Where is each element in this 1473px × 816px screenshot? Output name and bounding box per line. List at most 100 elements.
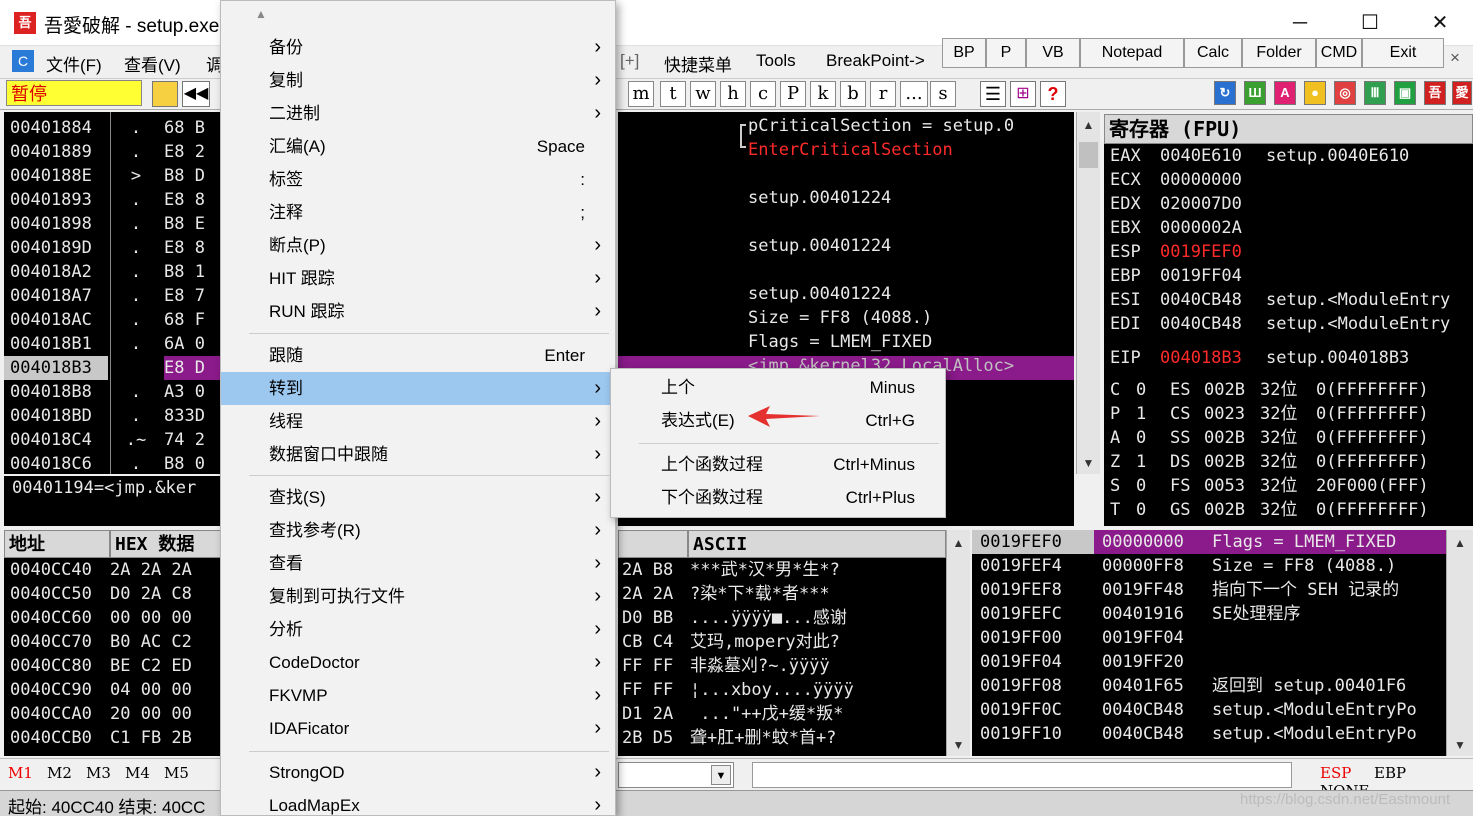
stack-row[interactable]: 0019FF10 0040CB48 setup.<ModuleEntryPo xyxy=(972,722,1446,746)
register-row[interactable]: EAX 0040E610 setup.0040E610 xyxy=(1110,144,1467,168)
context-menu-item[interactable]: 查看 › xyxy=(221,547,615,580)
letter-button-8[interactable]: r xyxy=(870,81,896,107)
flag-row[interactable]: Z 1 DS 002B 32位 0(FFFFFFFF) xyxy=(1110,450,1467,474)
disasm-row[interactable]: 004018AC. 68 F xyxy=(4,308,230,332)
register-row[interactable]: EBP 0019FF04 xyxy=(1110,264,1467,288)
mem-tab[interactable]: M4 xyxy=(125,764,164,782)
disasm-scrollbar[interactable]: ▲ ▼ xyxy=(1076,112,1100,474)
flag-row[interactable]: P 1 CS 0023 32位 0(FFFFFFFF) xyxy=(1110,402,1467,426)
context-menu-item[interactable]: 二进制 › xyxy=(221,97,615,130)
flag-row[interactable]: T 0 GS 002B 32位 0(FFFFFFFF) xyxy=(1110,498,1467,522)
mem-tab[interactable]: M5 xyxy=(164,764,203,782)
disasm-row[interactable]: 0040189D. E8 8 xyxy=(4,236,230,260)
letter-button-9[interactable]: ... xyxy=(900,81,928,107)
mem-tab[interactable]: M3 xyxy=(86,764,125,782)
command-dropdown[interactable]: ▼ xyxy=(618,762,734,788)
dump-header-address[interactable]: 地址 xyxy=(4,530,110,558)
register-value[interactable]: 0040CB48 xyxy=(1160,288,1266,312)
context-menu-item[interactable]: 查找参考(R) › xyxy=(221,514,615,547)
letter-button-5[interactable]: P xyxy=(780,81,806,107)
dump-row[interactable]: 0040CC70 B0 AC C2 xyxy=(4,630,230,654)
stack-row[interactable]: 0019FEF8 0019FF48 指向下一个 SEH 记录的 xyxy=(972,578,1446,602)
register-row[interactable]: EBX 0000002A xyxy=(1110,216,1467,240)
letter-button-0[interactable]: m xyxy=(628,81,654,107)
disasm-row[interactable]: 004018C6. B8 0 xyxy=(4,452,230,476)
olly-icon[interactable]: C xyxy=(12,50,34,72)
context-menu-item[interactable]: 备份 › xyxy=(221,31,615,64)
register-value[interactable]: 00000000 xyxy=(1160,168,1266,192)
flag-row[interactable]: A 0 SS 002B 32位 0(FFFFFFFF) xyxy=(1110,426,1467,450)
cmd-button[interactable]: CMD xyxy=(1316,38,1362,68)
refresh-icon[interactable]: ↻ xyxy=(1214,81,1236,105)
dump-row-cont[interactable]: 2A 2A ?染*下*载*者*** xyxy=(618,582,946,606)
letter-button-10[interactable]: s xyxy=(930,81,956,107)
disasm-row[interactable]: 004018C4 .~ 74 2 xyxy=(4,428,230,452)
flag-row[interactable]: S 0 FS 0053 32位 20F000(FFF) xyxy=(1110,474,1467,498)
letter-button-4[interactable]: c xyxy=(750,81,776,107)
register-value[interactable]: 0040CB48 xyxy=(1160,312,1266,336)
disasm-row[interactable]: 004018B8. A3 0 xyxy=(4,380,230,404)
help-icon[interactable]: ? xyxy=(1040,81,1066,107)
register-value[interactable]: 020007D0 xyxy=(1160,192,1266,216)
bars-icon[interactable]: Ⅲ xyxy=(1364,81,1386,105)
dump-row[interactable]: 0040CCA0 20 00 00 xyxy=(4,702,230,726)
submenu-item[interactable]: 下个函数过程 Ctrl+Plus xyxy=(611,481,945,514)
target-icon[interactable]: ◎ xyxy=(1334,81,1356,105)
mem-tab[interactable]: M2 xyxy=(47,764,86,782)
disasm-row[interactable]: 0040188E > B8 D xyxy=(4,164,230,188)
disasm-row[interactable]: 004018B1. 6A 0 xyxy=(4,332,230,356)
minimize-button[interactable]: ─ xyxy=(1278,8,1322,38)
registers-pane[interactable]: EAX 0040E610 setup.0040E610 ECX 00000000 EDX 0… xyxy=(1104,144,1473,526)
disasm-row[interactable]: 00401884. 68 B xyxy=(4,116,230,140)
stack-scrollbar[interactable]: ▲ ▼ xyxy=(1446,530,1473,756)
letter-button-7[interactable]: b xyxy=(840,81,866,107)
dump-row-cont[interactable]: D1 2A ..."++戊+缓*叛* xyxy=(618,702,946,726)
register-value[interactable]: 0019FEF0 xyxy=(1160,240,1266,264)
stack-row[interactable]: 0019FF00 0019FF04 xyxy=(972,626,1446,650)
disasm-row[interactable]: 004018B3 E8 D xyxy=(4,356,230,380)
context-menu-item[interactable]: HIT 跟踪 › xyxy=(221,262,615,295)
context-menu-item[interactable]: 线程 › xyxy=(221,405,615,438)
register-value[interactable]: 0000002A xyxy=(1160,216,1266,240)
stack-tab[interactable]: EBP xyxy=(1374,764,1428,782)
menu-view[interactable]: 查看(V) xyxy=(124,51,181,76)
menu-tools[interactable]: Tools xyxy=(756,51,796,71)
dump-row-cont[interactable]: CB C4 艾玛,mopery对此? xyxy=(618,630,946,654)
dump-scrollbar[interactable]: ▲ ▼ xyxy=(946,530,970,756)
grid-icon[interactable]: ⊞ xyxy=(1010,81,1036,107)
maximize-button[interactable]: ☐ xyxy=(1348,8,1392,38)
context-menu-item[interactable]: CodeDoctor › xyxy=(221,646,615,679)
context-menu-item[interactable]: 标签: xyxy=(221,163,615,196)
bp-button[interactable]: BP xyxy=(942,38,986,68)
menu-breakpoint[interactable]: BreakPoint-> xyxy=(826,51,934,71)
register-value[interactable]: 0040E610 xyxy=(1160,144,1266,168)
context-menu-item[interactable]: FKVMP › xyxy=(221,679,615,712)
menu-shortcuts[interactable]: 快捷菜单 xyxy=(664,51,732,76)
disasm-row[interactable]: 004018A2. B8 1 xyxy=(4,260,230,284)
dump-row[interactable]: 0040CC60 00 00 00 xyxy=(4,606,230,630)
dump-header-ascii[interactable]: ASCII xyxy=(688,530,946,558)
stack-row[interactable]: 0019FF04 0019FF20 xyxy=(972,650,1446,674)
dump-row-cont[interactable]: 2A B8 ***武*汉*男*生*? xyxy=(618,558,946,582)
context-menu-item[interactable]: 数据窗口中跟随 › xyxy=(221,438,615,471)
chevron-down-icon[interactable]: ▼ xyxy=(711,765,731,785)
context-menu-item[interactable]: 注释; xyxy=(221,196,615,229)
register-value[interactable]: 0019FF04 xyxy=(1160,264,1266,288)
list-icon[interactable]: ☰ xyxy=(980,81,1006,107)
scroll-up-icon[interactable]: ▲ xyxy=(255,7,267,21)
calc-button[interactable]: Calc xyxy=(1184,38,1242,68)
menu-plugins[interactable]: [+] xyxy=(620,51,639,71)
register-row[interactable]: ECX 00000000 xyxy=(1110,168,1467,192)
context-menu-item[interactable]: 断点(P) › xyxy=(221,229,615,262)
exit-button[interactable]: Exit xyxy=(1362,38,1444,68)
dump-row[interactable]: 0040CC90 04 00 00 xyxy=(4,678,230,702)
context-menu-item[interactable]: 转到 › xyxy=(221,372,615,405)
register-value[interactable]: 004018B3 xyxy=(1160,346,1266,370)
command-input[interactable] xyxy=(752,762,1292,788)
dump-row-cont[interactable]: D0 BB ....ÿÿÿÿ■...感谢 xyxy=(618,606,946,630)
dump-row[interactable]: 0040CC80 BE C2 ED xyxy=(4,654,230,678)
context-menu-item[interactable]: 复制到可执行文件 › xyxy=(221,580,615,613)
open-folder-icon[interactable] xyxy=(152,81,178,107)
register-row[interactable]: ESI 0040CB48 setup.<ModuleEntry xyxy=(1110,288,1467,312)
close-button[interactable]: ✕ xyxy=(1418,8,1462,38)
